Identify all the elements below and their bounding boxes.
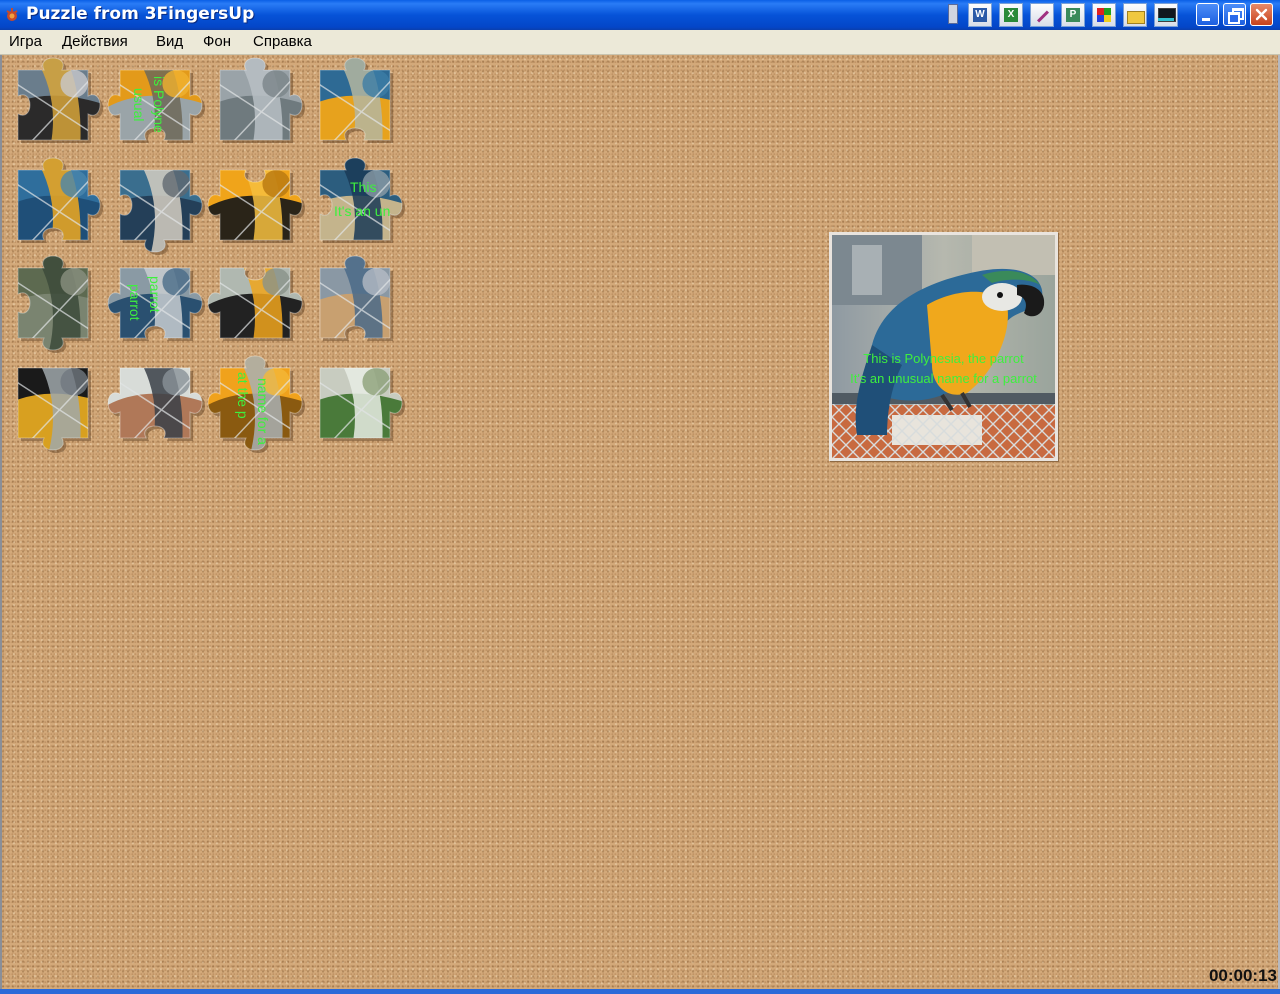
folder-icon[interactable] — [1123, 3, 1147, 27]
puzzle-piece-r1c3[interactable] — [202, 52, 308, 158]
app-icon — [6, 8, 18, 21]
piece-caption-fragment: parrot — [147, 276, 163, 313]
puzzle-piece-r4c3[interactable]: at the p name for a — [202, 350, 308, 456]
menu-game[interactable]: Игра — [9, 33, 42, 50]
puzzle-piece-r2c2[interactable] — [102, 152, 208, 258]
parrot-picture — [832, 235, 1055, 458]
paint-icon[interactable] — [1030, 3, 1054, 27]
puzzle-piece-r1c1[interactable] — [0, 52, 106, 158]
piece-caption-fragment: name for a — [255, 378, 271, 445]
excel-icon[interactable]: X — [999, 3, 1023, 27]
parrot-image: This is Polynesia, the parrot It's an un… — [832, 235, 1055, 458]
piece-caption-fragment: is Polyne — [151, 76, 167, 133]
puzzle-piece-r3c2[interactable]: parrot parrot — [102, 250, 208, 356]
puzzle-piece-r1c4[interactable] — [302, 52, 408, 158]
menu-background[interactable]: Фон — [203, 33, 231, 50]
piece-caption-fragment: at the p — [235, 372, 251, 419]
project-icon[interactable]: P — [1061, 3, 1085, 27]
taskbar-edge — [0, 989, 1280, 994]
minimize-button[interactable] — [1196, 3, 1219, 26]
caption-line-2: It's an unusual name for a parrot — [850, 371, 1037, 386]
assembled-puzzle[interactable]: This is Polynesia, the parrot It's an un… — [829, 232, 1058, 461]
caption-line-1: This is Polynesia, the parrot — [863, 351, 1024, 366]
title-bar[interactable]: Puzzle from 3FingersUp W X P — [0, 0, 1280, 30]
piece-caption-fragment: This — [350, 179, 377, 195]
puzzle-piece-r4c2[interactable] — [102, 350, 208, 456]
window-title: Puzzle from 3FingersUp — [26, 4, 255, 24]
puzzle-piece-r4c1[interactable] — [0, 350, 106, 456]
piece-caption-fragment: usual — [131, 88, 147, 122]
puzzle-piece-r2c1[interactable] — [0, 152, 106, 258]
app-tray-icon[interactable] — [948, 4, 958, 24]
piece-caption-fragment: parrot — [127, 284, 143, 321]
puzzle-piece-r3c1[interactable] — [0, 250, 106, 356]
menu-actions[interactable]: Действия — [62, 33, 128, 50]
minimize-icon — [1202, 18, 1210, 21]
puzzle-piece-r2c3[interactable] — [202, 152, 308, 258]
menu-view[interactable]: Вид — [156, 33, 183, 50]
word-icon[interactable]: W — [968, 3, 992, 27]
piece-caption-fragment: It's an un — [334, 203, 391, 219]
puzzle-piece-r1c2[interactable]: is Polyne usual — [102, 52, 208, 158]
puzzle-piece-r2c4[interactable]: This It's an un — [302, 152, 408, 258]
elapsed-timer: 00:00:13 — [1208, 966, 1277, 985]
monitor-icon[interactable] — [1154, 3, 1178, 27]
menu-help[interactable]: Справка — [253, 33, 312, 50]
restore-button[interactable] — [1223, 3, 1246, 26]
colors-icon[interactable] — [1092, 3, 1116, 27]
puzzle-piece-r3c4[interactable] — [302, 250, 408, 356]
puzzle-piece-r3c3[interactable] — [202, 250, 308, 356]
close-icon — [1255, 8, 1268, 21]
close-button[interactable] — [1250, 3, 1273, 26]
puzzle-piece-r4c4[interactable] — [302, 350, 408, 456]
